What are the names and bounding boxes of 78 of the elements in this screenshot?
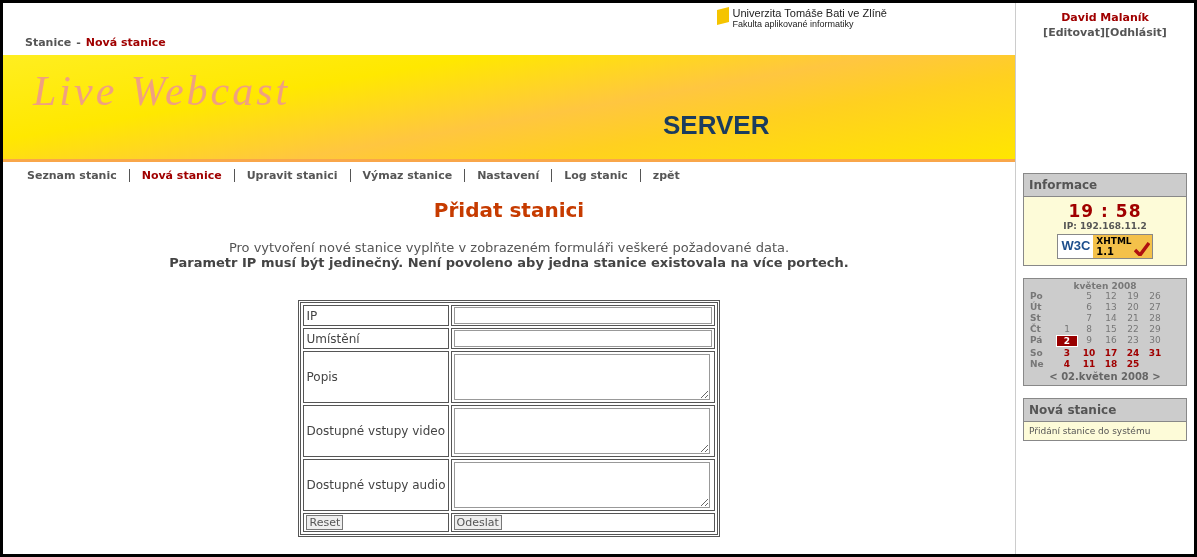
section-description: Přidání stanice do systému (1024, 422, 1186, 440)
field-label: IP (303, 305, 449, 326)
text-area[interactable] (453, 408, 710, 454)
nav-link[interactable]: zpět (648, 169, 692, 182)
weekday-label: Čt (1030, 324, 1042, 334)
calendar-day[interactable]: 20 (1122, 302, 1144, 312)
breadcrumb-separator: - (76, 36, 81, 49)
calendar-day[interactable]: 22 (1122, 324, 1144, 334)
user-link[interactable]: [Editovat] (1043, 26, 1105, 39)
calendar-day[interactable]: 21 (1122, 313, 1144, 323)
calendar-day[interactable]: 14 (1100, 313, 1122, 323)
nav-link[interactable]: Nastavení (473, 169, 553, 182)
faculty-name: Fakulta aplikované informatiky (732, 19, 855, 29)
breadcrumb-section[interactable]: Stanice (25, 36, 72, 49)
text-area[interactable] (453, 462, 710, 508)
user-link[interactable]: [Odhlásit] (1105, 26, 1167, 39)
nav-link[interactable]: Seznam stanic (23, 169, 130, 182)
nav-link[interactable]: Log stanic (560, 169, 641, 182)
calendar-day[interactable]: 8 (1078, 324, 1100, 334)
ip-address: IP: 192.168.11.2 (1063, 221, 1147, 231)
calendar-day[interactable]: 18 (1100, 359, 1122, 369)
calendar-navigation[interactable]: < 02.květen 2008 > (1024, 371, 1186, 382)
text-area[interactable] (453, 354, 710, 400)
box-header: Informace (1024, 174, 1186, 197)
field-label: Dostupné vstupy video (303, 405, 449, 457)
field-label: Popis (303, 351, 449, 403)
weekday-label: Út (1030, 302, 1043, 312)
weekday-label: Pá (1030, 335, 1044, 347)
banner-subtitle: SERVER (663, 110, 770, 141)
university-name: Univerzita Tomáše Bati ve Zlíně (732, 7, 887, 19)
calendar-day[interactable]: 26 (1144, 291, 1166, 301)
university-logo-icon (716, 7, 729, 25)
calendar-day[interactable]: 29 (1144, 324, 1166, 334)
calendar-day[interactable]: 12 (1100, 291, 1122, 301)
calendar-day[interactable]: 11 (1078, 359, 1100, 369)
note-text: Parametr IP musí být jedinečný. Není povoleno aby jedna stanice existovala na více portech. (169, 255, 849, 270)
calendar-day[interactable]: 9 (1078, 335, 1100, 347)
form-button[interactable]: Reset (306, 515, 344, 530)
calendar-day[interactable]: 2 (1056, 335, 1078, 347)
calendar-day[interactable]: 17 (1100, 348, 1122, 358)
field-label: Umístění (303, 328, 449, 349)
calendar-month: květen 2008 (1072, 281, 1138, 291)
calendar-day[interactable]: 19 (1122, 291, 1144, 301)
calendar-day[interactable]: 4 (1056, 359, 1078, 369)
calendar-day[interactable]: 1 (1056, 324, 1078, 334)
clock-time: 19 : 58 (1068, 201, 1142, 221)
field-label: Dostupné vstupy audio (303, 459, 449, 511)
calendar-day[interactable]: 13 (1100, 302, 1122, 312)
box-header: Nová stanice (1024, 399, 1186, 422)
weekday-label: St (1030, 313, 1042, 323)
input-field[interactable] (453, 307, 712, 324)
banner-title: Live Webcast (33, 67, 291, 115)
calendar-day[interactable]: 15 (1100, 324, 1122, 334)
page-heading: Přidat stanici (433, 198, 585, 222)
breadcrumb-current: Nová stanice (85, 36, 166, 49)
calendar-day[interactable]: 6 (1078, 302, 1100, 312)
calendar-day[interactable]: 24 (1122, 348, 1144, 358)
calendar-day[interactable]: 28 (1144, 313, 1166, 323)
weekday-label: Po (1030, 291, 1044, 301)
input-field[interactable] (453, 330, 712, 347)
calendar-day[interactable]: 25 (1122, 359, 1144, 369)
nav-link[interactable]: Výmaz stanice (358, 169, 466, 182)
calendar-day[interactable]: 31 (1144, 348, 1166, 358)
calendar-day[interactable]: 10 (1078, 348, 1100, 358)
intro-text: Pro vytvoření nové stanice vyplňte v zobrazeném formuláři veškeré požadované data. (228, 240, 790, 255)
calendar-day[interactable]: 16 (1100, 335, 1122, 347)
calendar-day[interactable]: 5 (1078, 291, 1100, 301)
nav-link[interactable]: Nová stanice (137, 169, 235, 182)
form-button[interactable]: Odeslat (453, 515, 502, 530)
nav-link[interactable]: Upravit stanici (242, 169, 351, 182)
weekday-label: Ne (1030, 359, 1045, 369)
calendar-day[interactable]: 7 (1078, 313, 1100, 323)
weekday-label: So (1030, 348, 1044, 358)
calendar-day[interactable]: 23 (1122, 335, 1144, 347)
calendar-day[interactable]: 30 (1144, 335, 1166, 347)
user-name: David Malaník (1061, 11, 1149, 24)
calendar-day[interactable]: 3 (1056, 348, 1078, 358)
calendar-day[interactable]: 27 (1144, 302, 1166, 312)
